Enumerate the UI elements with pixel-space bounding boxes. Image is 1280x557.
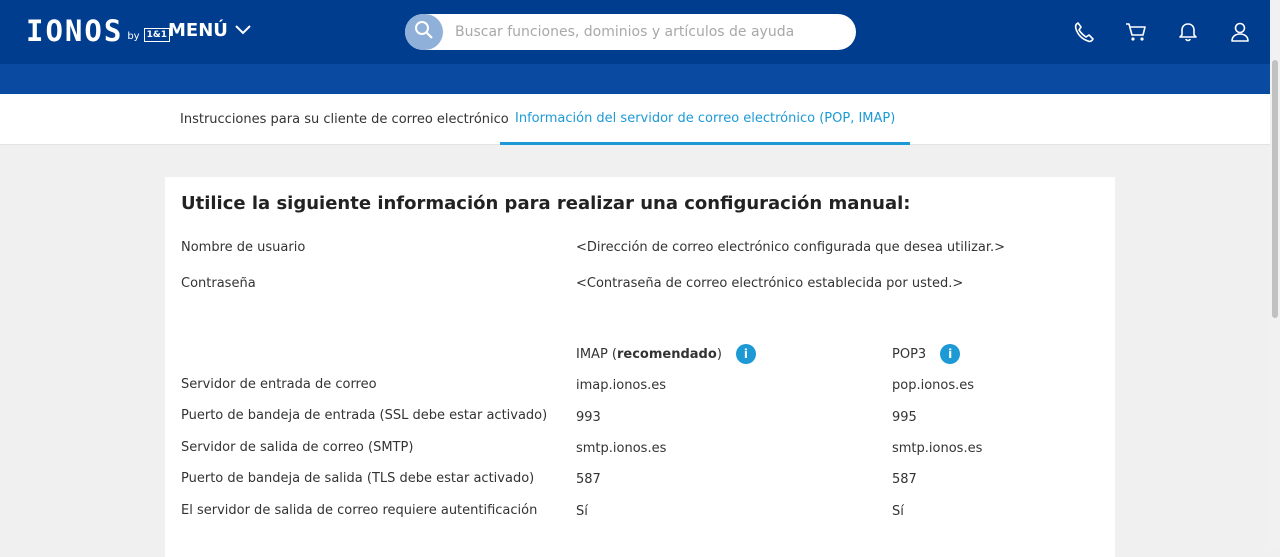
- pop3-value: pop.ionos.es: [892, 378, 975, 393]
- logo-badge: 1&1: [143, 28, 170, 42]
- phone-icon[interactable]: [1070, 18, 1098, 46]
- row-label: El servidor de salida de correo requiere…: [181, 503, 538, 518]
- pop3-header-label: POP3: [892, 346, 927, 362]
- cart-icon[interactable]: [1122, 18, 1150, 46]
- imap-value: smtp.ionos.es: [576, 441, 667, 456]
- imap-header-label: IMAP (recomendado): [576, 346, 722, 362]
- imap-info-icon[interactable]: i: [735, 344, 756, 364]
- sub-header-bar: [0, 64, 1270, 94]
- pop3-value: 587: [892, 472, 917, 487]
- imap-column-header: IMAP (recomendado) i: [576, 344, 756, 364]
- imap-value: Sí: [576, 504, 588, 519]
- chevron-down-icon: [234, 20, 252, 41]
- search-bar: [405, 14, 856, 50]
- pop3-value: 995: [892, 410, 917, 425]
- card-title: Utilice la siguiente información para re…: [181, 193, 911, 214]
- pop3-info-icon[interactable]: i: [940, 344, 961, 364]
- row-label: Servidor de entrada de correo: [181, 377, 377, 392]
- tab-bar: Instrucciones para su cliente de correo …: [0, 94, 1270, 145]
- password-value: <Contraseña de correo electrónico establ…: [576, 276, 964, 291]
- pop3-value: smtp.ionos.es: [892, 441, 983, 456]
- top-header: IONOS by 1&1 MENÚ: [0, 0, 1270, 64]
- row-label: Servidor de salida de correo (SMTP): [181, 440, 414, 455]
- pop3-column-header: POP3 i: [892, 344, 961, 364]
- imap-value: 587: [576, 472, 601, 487]
- imap-value: imap.ionos.es: [576, 378, 667, 393]
- search-input[interactable]: [453, 23, 843, 41]
- bell-icon[interactable]: [1174, 18, 1202, 46]
- server-info-card: Utilice la siguiente información para re…: [165, 177, 1115, 557]
- row-label: Puerto de bandeja de entrada (SSL debe e…: [181, 408, 548, 423]
- pop3-value: Sí: [892, 504, 904, 519]
- tab-email-server-info[interactable]: Información del servidor de correo elect…: [500, 94, 911, 145]
- search-button[interactable]: [405, 14, 443, 50]
- header-actions: [1070, 18, 1254, 46]
- row-label: Puerto de bandeja de salida (TLS debe es…: [181, 471, 535, 486]
- password-label: Contraseña: [181, 276, 256, 291]
- username-label: Nombre de usuario: [181, 240, 306, 255]
- username-value: <Dirección de correo electrónico configu…: [576, 240, 1006, 255]
- logo-wordmark: IONOS: [26, 14, 124, 48]
- tab-email-client-instructions[interactable]: Instrucciones para su cliente de correo …: [165, 94, 524, 145]
- page-scrollbar[interactable]: [1270, 0, 1280, 550]
- scrollbar-thumb[interactable]: [1272, 60, 1278, 318]
- logo-by: by: [127, 31, 140, 42]
- search-icon: [414, 20, 434, 44]
- menu-button[interactable]: MENÚ: [168, 20, 252, 41]
- imap-value: 993: [576, 410, 601, 425]
- user-icon[interactable]: [1226, 18, 1254, 46]
- menu-label: MENÚ: [168, 20, 228, 41]
- ionos-logo[interactable]: IONOS by 1&1: [26, 16, 170, 46]
